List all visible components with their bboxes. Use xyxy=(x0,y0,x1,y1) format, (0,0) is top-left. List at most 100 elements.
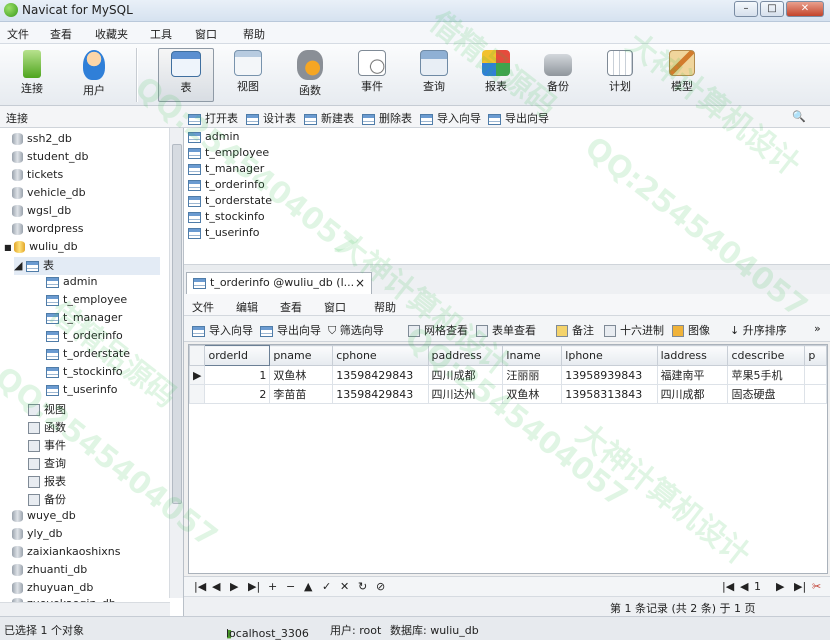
tree-horizontal-scrollbar[interactable] xyxy=(0,602,170,616)
tree-db-item[interactable]: zaixiankaoshixns xyxy=(12,545,120,563)
next-record-icon[interactable]: ▶ xyxy=(230,580,238,593)
tree-db-item[interactable]: wordpress xyxy=(12,222,84,240)
tools-icon[interactable]: ✂ xyxy=(812,580,821,593)
export-wizard-button[interactable]: 导出向导 xyxy=(488,110,549,126)
close-button[interactable]: ✕ xyxy=(786,1,824,17)
first-page-icon[interactable]: |◀ xyxy=(722,580,734,593)
toolbar-model-button[interactable]: 模型 xyxy=(654,48,710,102)
inner-menu-window[interactable]: 窗口 xyxy=(324,299,346,315)
column-header[interactable]: lphone xyxy=(561,345,658,366)
object-list-item[interactable]: t_userinfo xyxy=(188,226,259,239)
menu-help[interactable]: 帮助 xyxy=(243,26,265,42)
tree-function-node[interactable]: 函数 xyxy=(28,419,66,437)
refresh-icon[interactable]: ↻ xyxy=(358,580,367,593)
table-cell[interactable]: 四川成都 xyxy=(427,365,504,385)
toolbar-function-button[interactable]: 函数 xyxy=(282,48,338,102)
table-cell[interactable]: 1 xyxy=(204,365,271,385)
page-number[interactable]: 1 xyxy=(754,580,761,593)
data-export-button[interactable]: 导出向导 xyxy=(260,322,321,338)
table-cell[interactable]: 13958313843 xyxy=(561,384,658,404)
table-cell[interactable]: 13598429843 xyxy=(332,384,429,404)
tree-db-item[interactable]: yly_db xyxy=(12,527,63,545)
object-list-item[interactable]: t_orderstate xyxy=(188,194,272,207)
tree-table-item[interactable]: t_employee xyxy=(46,293,127,311)
object-list-item[interactable]: t_orderinfo xyxy=(188,178,265,191)
toolbar-report-button[interactable]: 报表 xyxy=(468,48,524,102)
toolbar-backup-button[interactable]: 备份 xyxy=(530,48,586,102)
delete-record-icon[interactable]: − xyxy=(286,580,295,593)
object-list-item[interactable]: admin xyxy=(188,130,239,143)
toolbar-connect-button[interactable]: 连接 xyxy=(4,48,60,102)
column-header[interactable]: cdescribe xyxy=(727,345,806,366)
open-table-button[interactable]: 打开表 xyxy=(188,110,238,126)
form-view-button[interactable]: 表单查看 xyxy=(476,322,536,338)
sort-asc-button[interactable]: ↓ 升序排序 xyxy=(730,322,787,338)
toolbar-view-button[interactable]: 视图 xyxy=(220,48,276,102)
tree-db-item[interactable]: wuye_db xyxy=(12,509,76,527)
tree-db-item[interactable]: tickets xyxy=(12,168,63,186)
object-list-item[interactable]: t_manager xyxy=(188,162,264,175)
next-page-icon[interactable]: ▶ xyxy=(776,580,784,593)
menu-tools[interactable]: 工具 xyxy=(150,26,172,42)
table-row[interactable]: ▶ 1 双鱼林 13598429843 四川成都 汪丽丽 13958939843… xyxy=(189,365,827,385)
prev-page-icon[interactable]: ◀ xyxy=(740,580,748,593)
tree-db-item[interactable]: zhuanti_db xyxy=(12,563,87,581)
design-table-button[interactable]: 设计表 xyxy=(246,110,296,126)
tree-query-node[interactable]: 查询 xyxy=(28,455,66,473)
add-record-icon[interactable]: + xyxy=(268,580,277,593)
tree-db-open[interactable]: ■ wuliu_db xyxy=(4,240,78,258)
object-list-item[interactable]: t_employee xyxy=(188,146,269,159)
tree-db-item[interactable]: wgsl_db xyxy=(12,204,71,222)
table-cell[interactable] xyxy=(804,365,827,385)
tree-view-node[interactable]: 视图 xyxy=(28,401,66,419)
tree-db-item[interactable]: ssh2_db xyxy=(12,132,72,150)
first-record-icon[interactable]: |◀ xyxy=(194,580,206,593)
scroll-thumb[interactable] xyxy=(172,144,182,504)
inner-menu-view[interactable]: 查看 xyxy=(280,299,302,315)
inner-menu-help[interactable]: 帮助 xyxy=(374,299,396,315)
tree-db-item[interactable]: vehicle_db xyxy=(12,186,86,204)
table-cell[interactable]: 苹果5手机 xyxy=(727,365,806,385)
toolbar-query-button[interactable]: 查询 xyxy=(406,48,462,102)
hex-button[interactable]: 十六进制 xyxy=(604,322,664,338)
tree-table-item[interactable]: t_stockinfo xyxy=(46,365,123,383)
cancel-record-icon[interactable]: ✕ xyxy=(340,580,349,593)
toolbar-table-button[interactable]: 表 xyxy=(158,48,214,102)
tree-table-group[interactable]: ◢ 表 xyxy=(14,257,160,275)
table-cell[interactable]: 福建南平 xyxy=(656,365,729,385)
filter-wizard-button[interactable]: ⛉ 筛选向导 xyxy=(328,322,384,338)
tree-db-item[interactable]: student_db xyxy=(12,150,89,168)
grid-view-button[interactable]: 网格查看 xyxy=(408,322,468,338)
edit-record-icon[interactable]: ▲ xyxy=(304,580,312,593)
toolbar-user-button[interactable]: 用户 xyxy=(66,48,122,102)
column-header[interactable]: lname xyxy=(502,345,563,366)
import-wizard-button[interactable]: 导入向导 xyxy=(420,110,481,126)
column-header[interactable]: cphone xyxy=(332,345,429,366)
table-cell[interactable]: 四川达州 xyxy=(427,384,504,404)
tree-table-item[interactable]: t_orderstate xyxy=(46,347,130,365)
memo-button[interactable]: 备注 xyxy=(556,322,594,338)
column-header[interactable]: orderId xyxy=(204,345,271,366)
row-selector-icon[interactable]: ▶ xyxy=(189,365,206,385)
column-header[interactable]: pname xyxy=(269,345,334,366)
tree-report-node[interactable]: 报表 xyxy=(28,473,66,491)
delete-table-button[interactable]: 删除表 xyxy=(362,110,412,126)
table-cell[interactable]: 李苗苗 xyxy=(269,384,334,404)
minimize-button[interactable]: – xyxy=(734,1,758,17)
maximize-button[interactable]: □ xyxy=(760,1,784,17)
table-cell[interactable]: 双鱼林 xyxy=(269,365,334,385)
search-icon[interactable]: 🔍 xyxy=(792,110,806,123)
prev-record-icon[interactable]: ◀ xyxy=(212,580,220,593)
column-header[interactable]: laddress xyxy=(656,345,729,366)
last-record-icon[interactable]: ▶| xyxy=(248,580,260,593)
tab-t-orderinfo[interactable]: t_orderinfo @wuliu_db (l... × xyxy=(186,272,372,294)
last-page-icon[interactable]: ▶| xyxy=(794,580,806,593)
table-cell[interactable]: 13958939843 xyxy=(561,365,658,385)
table-cell[interactable]: 四川成都 xyxy=(656,384,729,404)
tree-table-item[interactable]: t_orderinfo xyxy=(46,329,123,347)
menu-window[interactable]: 窗口 xyxy=(195,26,217,42)
tree-table-item[interactable]: t_userinfo xyxy=(46,383,117,401)
new-table-button[interactable]: 新建表 xyxy=(304,110,354,126)
more-icon[interactable]: » xyxy=(814,322,821,335)
table-cell[interactable]: 双鱼林 xyxy=(502,384,563,404)
